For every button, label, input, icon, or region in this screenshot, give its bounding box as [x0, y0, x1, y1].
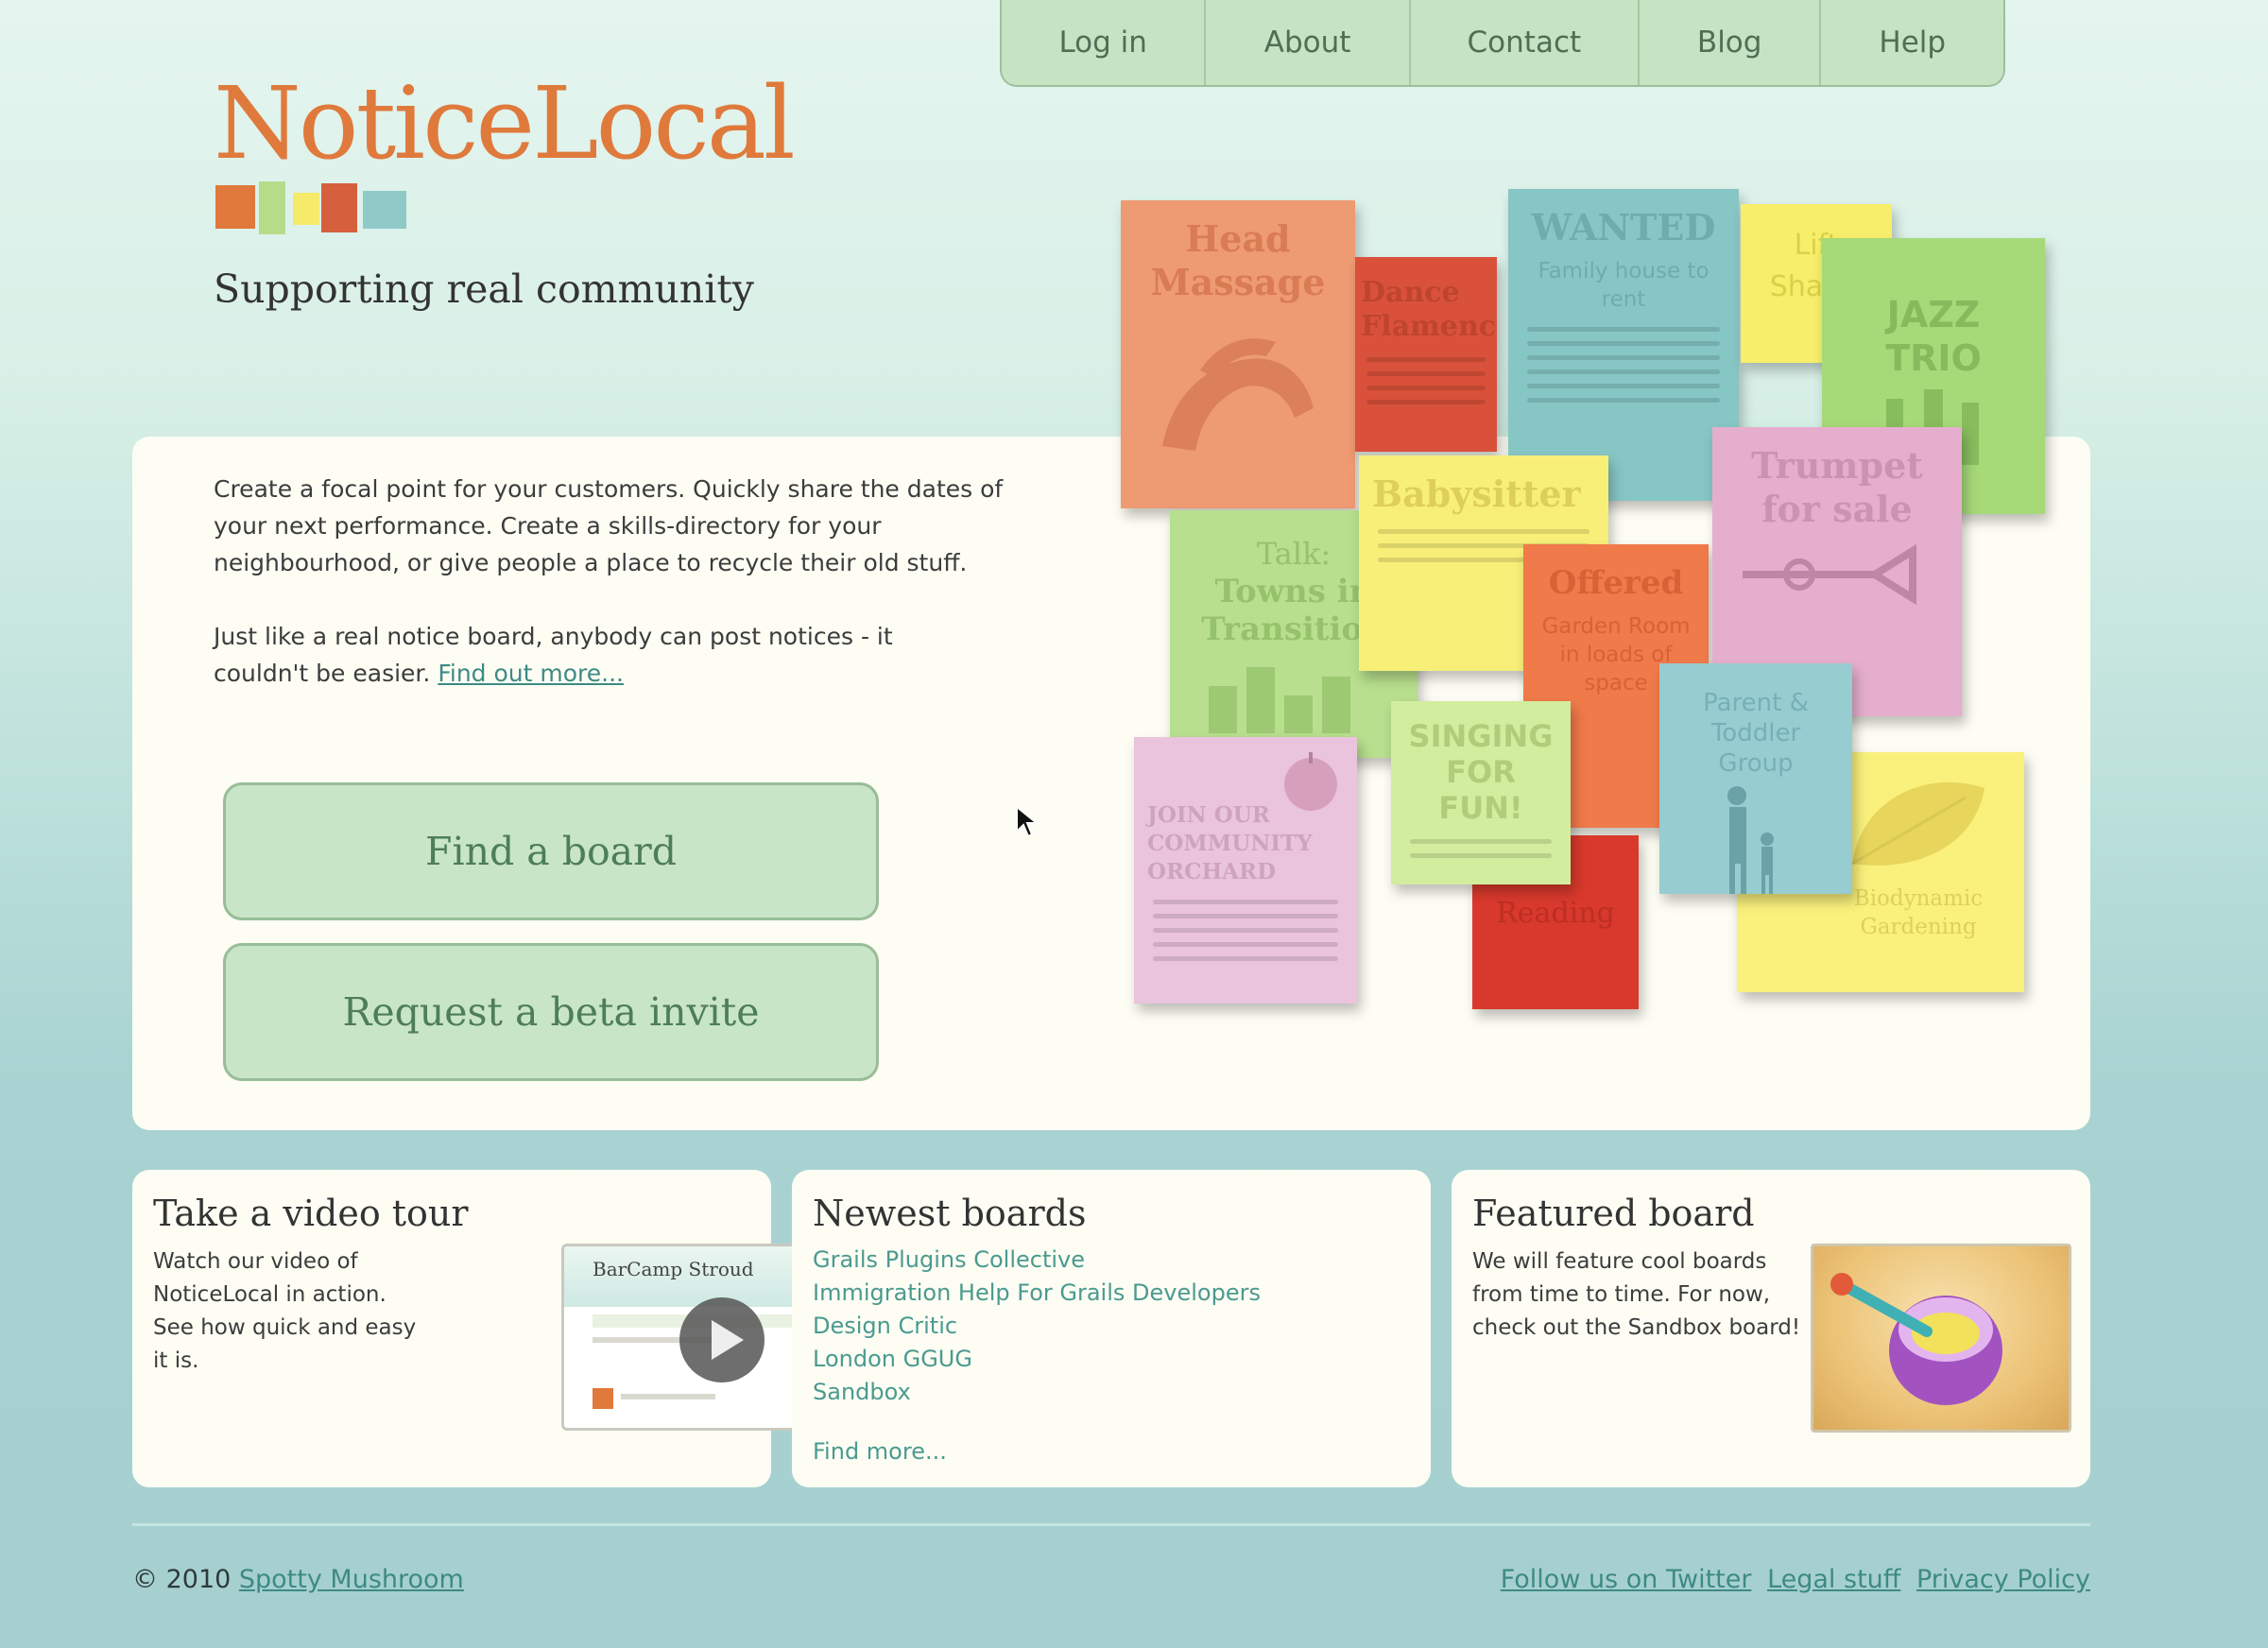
newest-boards-list: Grails Plugins Collective Immigration He…: [813, 1244, 1261, 1409]
nav-help[interactable]: Help: [1821, 0, 2003, 85]
board-link[interactable]: Sandbox: [813, 1376, 1261, 1409]
note-gardening-title: Biodynamic Gardening: [1853, 886, 1984, 939]
note-singing-line1: SINGING: [1408, 718, 1554, 754]
board-link[interactable]: Grails Plugins Collective: [813, 1244, 1261, 1277]
sandbox-bucket-icon: [1830, 1273, 2002, 1405]
intro-paragraph: Create a focal point for your customers.…: [214, 475, 1004, 576]
board-link[interactable]: Immigration Help For Grails Developers: [813, 1277, 1261, 1310]
privacy-link[interactable]: Privacy Policy: [1916, 1565, 2090, 1594]
mouse-cursor-icon: [1016, 805, 1040, 838]
video-thumb-item: [621, 1394, 715, 1399]
beta-invite-button[interactable]: Request a beta invite: [223, 943, 879, 1081]
find-out-more-link[interactable]: Find out more...: [438, 660, 624, 687]
logo-square-red: [321, 183, 357, 232]
note-singing-text: [1404, 839, 1557, 858]
note-singing: SINGING FOR FUN!: [1391, 701, 1571, 884]
note-reading-title: Reading: [1496, 897, 1615, 930]
logo-square-yellow: [293, 193, 319, 225]
note-jazz-trio-line2: TRIO: [1885, 337, 1982, 379]
note-wanted-title: WANTED: [1531, 206, 1716, 249]
nav-blog[interactable]: Blog: [1640, 0, 1822, 85]
board-link[interactable]: Design Critic: [813, 1310, 1261, 1343]
note-head-massage-line2: Massage: [1150, 261, 1326, 303]
copyright-text: © 2010: [132, 1565, 232, 1594]
top-nav: Log in About Contact Blog Help: [1000, 0, 2005, 87]
note-trumpet-line2: for sale: [1761, 488, 1913, 530]
leaf-icon: [1851, 781, 1984, 866]
trumpet-icon: [1743, 543, 1916, 606]
video-tour-text: Watch our video of NoticeLocal in action…: [153, 1249, 417, 1373]
play-icon[interactable]: [678, 1296, 766, 1384]
company-link[interactable]: Spotty Mushroom: [239, 1565, 464, 1594]
board-link[interactable]: London GGUG: [813, 1343, 1261, 1376]
note-parent-toddler: Parent & Toddler Group: [1659, 663, 1852, 894]
note-singing-line2: FOR FUN!: [1438, 754, 1523, 826]
note-dance-line1: Dance: [1361, 276, 1460, 309]
notes-collage: Head Massage Dance Flamenco WANTED Famil…: [1121, 185, 2047, 1026]
footer-links: Follow us on Twitter Legal stuff Privacy…: [1493, 1565, 2090, 1594]
footer-copyright: © 2010 Spotty Mushroom: [132, 1565, 464, 1594]
legal-link[interactable]: Legal stuff: [1767, 1565, 1900, 1594]
note-wanted-subtitle: Family house to rent: [1538, 259, 1710, 312]
note-dance-text: [1361, 357, 1491, 404]
note-wanted: WANTED Family house to rent: [1508, 189, 1739, 501]
note-offered-title: Offered: [1548, 564, 1684, 602]
note-orchard: JOIN OUR COMMUNITY ORCHARD: [1134, 737, 1357, 1004]
note-orchard-text: [1147, 900, 1344, 961]
twitter-link[interactable]: Follow us on Twitter: [1501, 1565, 1752, 1594]
parent-child-icon: [1727, 786, 1774, 894]
note-babysitter-title: Babysitter: [1372, 472, 1581, 515]
note-head-massage-line1: Head: [1185, 217, 1291, 260]
featured-board-image[interactable]: [1811, 1244, 2071, 1433]
tagline: Supporting real community: [214, 266, 754, 312]
note-dance: Dance Flamenco: [1355, 257, 1497, 452]
newest-boards-title: Newest boards: [813, 1193, 1087, 1234]
video-tour-title: Take a video tour: [153, 1193, 469, 1234]
nav-contact[interactable]: Contact: [1411, 0, 1640, 85]
logo-square-orange: [215, 185, 255, 229]
newest-boards-card: Newest boards Grails Plugins Collective …: [792, 1170, 1431, 1487]
hand-icon: [1162, 338, 1314, 451]
nav-about[interactable]: About: [1206, 0, 1411, 85]
footer-divider: [132, 1523, 2090, 1526]
nav-login[interactable]: Log in: [1002, 0, 1207, 85]
featured-board-title: Featured board: [1472, 1193, 1755, 1234]
video-thumb-title: BarCamp Stroud: [593, 1258, 754, 1280]
logo-text[interactable]: NoticeLocal: [214, 74, 796, 174]
logo-square-green: [259, 181, 285, 234]
note-head-massage: Head Massage: [1121, 200, 1355, 508]
find-board-button[interactable]: Find a board: [223, 782, 879, 920]
note-jazz-trio-line1: JAZZ: [1886, 294, 1981, 335]
note-orchard-title: JOIN OUR COMMUNITY ORCHARD: [1147, 802, 1313, 884]
note-wanted-text: [1521, 327, 1726, 403]
intro-paragraph-2: Just like a real notice board, anybody c…: [214, 618, 951, 692]
video-thumb-avatar: [593, 1388, 613, 1409]
logo-square-teal: [363, 191, 406, 229]
find-more-boards-link[interactable]: Find more...: [813, 1438, 947, 1465]
note-dance-line2: Flamenco: [1361, 310, 1497, 343]
featured-board-text: We will feature cool boards from time to…: [1472, 1249, 1801, 1340]
video-tour-card: Take a video tour Watch our video of Not…: [132, 1170, 883, 1487]
note-parent-toddler-title: Parent & Toddler Group: [1703, 689, 1809, 778]
note-trumpet-line1: Trumpet: [1751, 444, 1923, 487]
